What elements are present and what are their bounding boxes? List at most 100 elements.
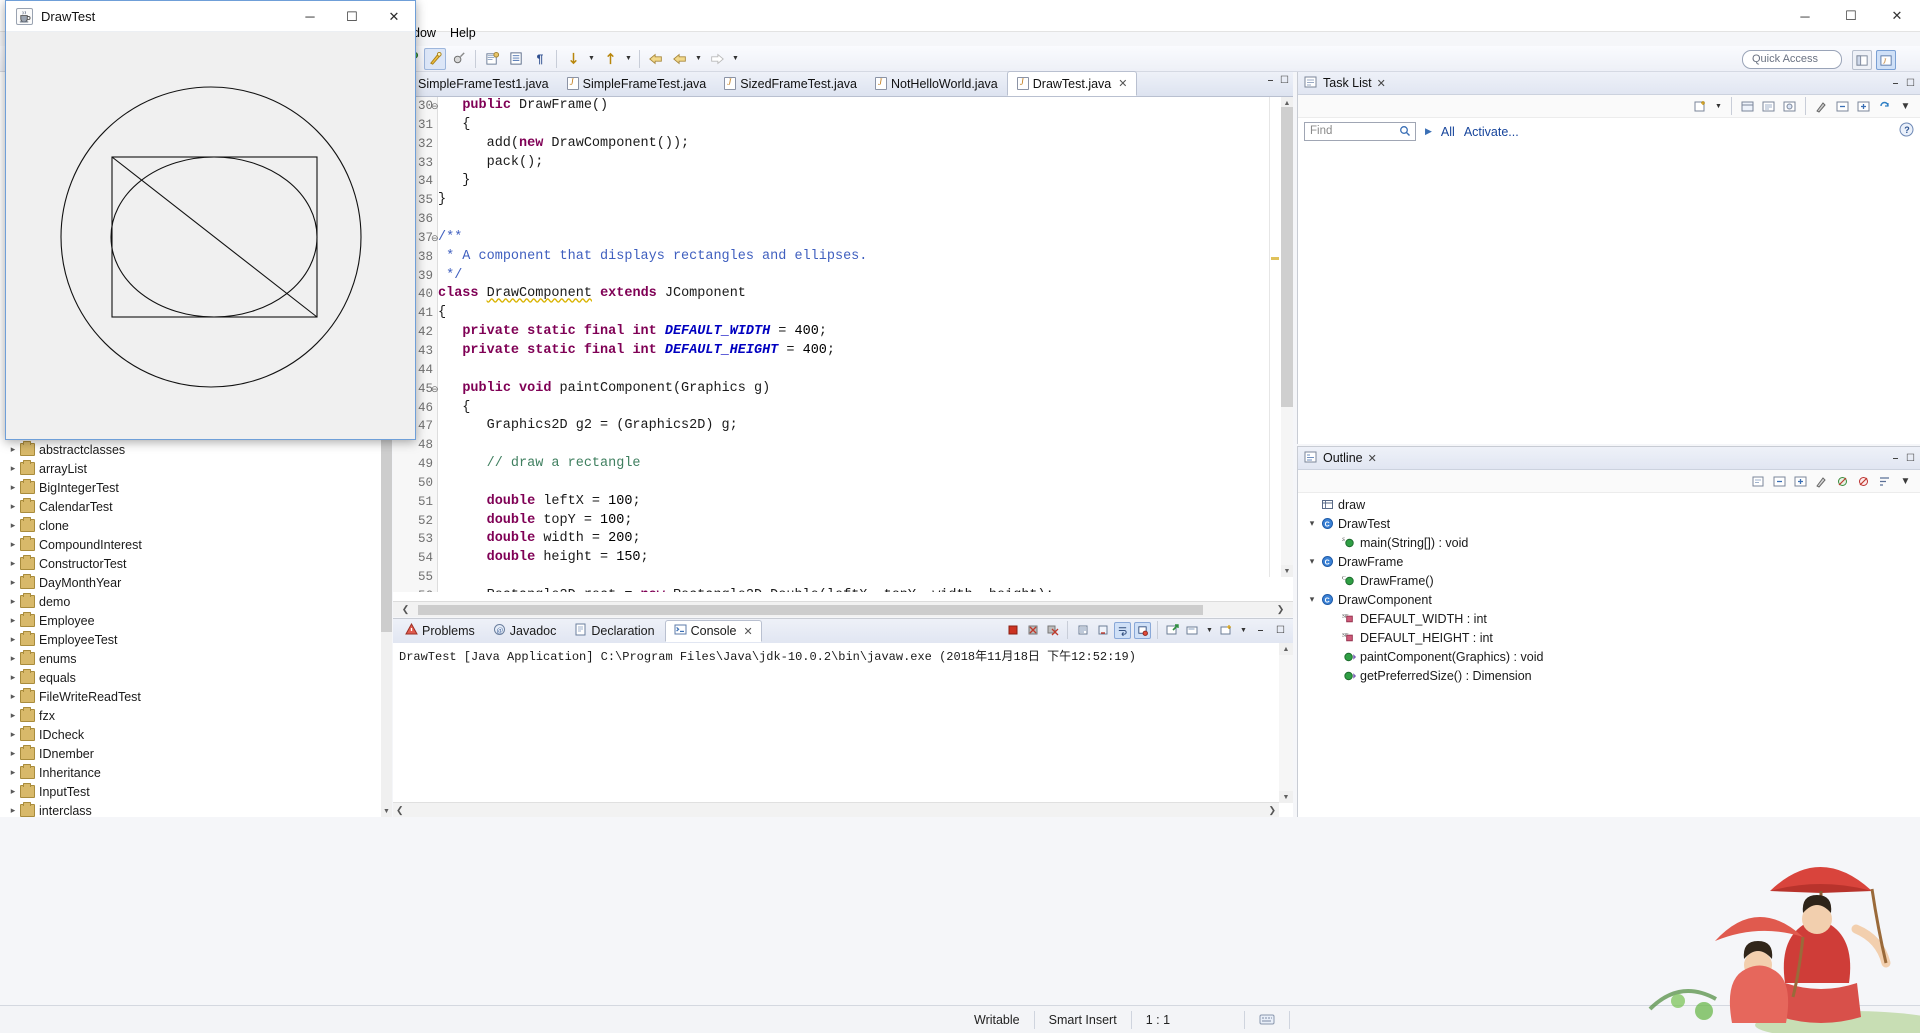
maximize-outline-icon[interactable]: ☐: [1906, 453, 1915, 464]
expand-filters-icon[interactable]: ▶: [1425, 126, 1432, 137]
scrollbar-thumb[interactable]: [1281, 107, 1293, 407]
tree-expand-icon[interactable]: ▸: [6, 748, 20, 759]
package-tree-item[interactable]: ▸ Inheritance: [0, 763, 380, 782]
draw-test-minimize-button[interactable]: ─: [289, 1, 331, 32]
editor-tab-sizedframetest[interactable]: SizedFrameTest.java: [715, 71, 866, 96]
run-external-tools-icon[interactable]: [448, 48, 470, 70]
package-tree-item[interactable]: ▸ abstractclasses: [0, 440, 380, 459]
forward-icon[interactable]: [669, 48, 691, 70]
collapse-all-icon[interactable]: [1771, 473, 1788, 490]
tree-expand-icon[interactable]: ▸: [6, 786, 20, 797]
code-line[interactable]: public DrawFrame(): [438, 97, 1258, 116]
hide-static-icon[interactable]: [1834, 473, 1851, 490]
expand-all-icon[interactable]: [1792, 473, 1809, 490]
source-code-text[interactable]: public DrawFrame() { add(new DrawCompone…: [438, 97, 1258, 592]
tree-expand-icon[interactable]: ▸: [6, 539, 20, 550]
code-line[interactable]: }: [438, 172, 1258, 191]
close-tab-icon[interactable]: ✕: [1118, 77, 1127, 90]
package-tree-item[interactable]: ▸ CompoundInterest: [0, 535, 380, 554]
console-tab-console[interactable]: Console ✕: [664, 620, 762, 642]
view-menu-icon[interactable]: ▼: [1897, 473, 1914, 490]
code-horizontal-scrollbar[interactable]: ❮ ❯: [393, 601, 1293, 617]
code-line[interactable]: [438, 361, 1258, 380]
terminate-icon[interactable]: [1004, 622, 1021, 639]
presentation-icon[interactable]: [1781, 98, 1798, 115]
package-tree-item[interactable]: ▸ EmployeeTest: [0, 630, 380, 649]
outline-item[interactable]: getPreferredSize() : Dimension: [1298, 666, 1920, 685]
tree-expand-icon[interactable]: ▸: [6, 634, 20, 645]
tree-expand-icon[interactable]: ▸: [6, 805, 20, 816]
next-annotation-icon[interactable]: [562, 48, 584, 70]
package-tree-item[interactable]: ▸ DayMonthYear: [0, 573, 380, 592]
new-task-dropdown-icon[interactable]: ▼: [1713, 103, 1724, 110]
open-console-icon[interactable]: [1184, 622, 1201, 639]
draw-test-title-bar[interactable]: DrawTest ─ ☐ ✕: [6, 1, 415, 32]
tree-expand-icon[interactable]: ▸: [6, 463, 20, 474]
tree-collapse-icon[interactable]: ▾: [1304, 556, 1320, 567]
editor-tab-simpleframetest1[interactable]: SimpleFrameTest1.java: [393, 71, 558, 96]
editor-tab-nothelloworld[interactable]: NotHelloWorld.java: [866, 71, 1007, 96]
tree-expand-icon[interactable]: ▸: [6, 558, 20, 569]
forward-nav-icon[interactable]: [706, 48, 728, 70]
code-line[interactable]: [438, 568, 1258, 587]
code-line[interactable]: [438, 474, 1258, 493]
tree-expand-icon[interactable]: ▸: [6, 444, 20, 455]
scroll-down-icon[interactable]: ▼: [381, 805, 392, 817]
editor-tab-drawtest[interactable]: DrawTest.java ✕: [1006, 71, 1138, 96]
code-line[interactable]: */: [438, 267, 1258, 286]
forward-dropdown-icon[interactable]: ▼: [693, 55, 704, 62]
previous-annotation-icon[interactable]: [599, 48, 621, 70]
package-tree-item[interactable]: ▸ interclass: [0, 801, 380, 817]
close-window-button[interactable]: ✕: [1874, 0, 1920, 32]
package-tree-item[interactable]: ▸ clone: [0, 516, 380, 535]
outline-item[interactable]: paintComponent(Graphics) : void: [1298, 647, 1920, 666]
code-line[interactable]: private static final int DEFAULT_WIDTH =…: [438, 323, 1258, 342]
scroll-down-icon[interactable]: ▼: [1281, 565, 1293, 577]
minimize-console-icon[interactable]: ⎯: [1252, 622, 1269, 639]
remove-launch-icon[interactable]: [1024, 622, 1041, 639]
code-line[interactable]: [438, 210, 1258, 229]
help-icon[interactable]: ?: [1899, 122, 1914, 140]
scrollbar-thumb[interactable]: [381, 432, 392, 632]
minimize-outline-icon[interactable]: ⎯: [1893, 453, 1898, 464]
outline-item[interactable]: SF DEFAULT_WIDTH : int: [1298, 609, 1920, 628]
tree-expand-icon[interactable]: ▸: [6, 482, 20, 493]
code-overview-ruler[interactable]: [1269, 97, 1281, 577]
expand-all-icon[interactable]: [1855, 98, 1872, 115]
outline-item[interactable]: C DrawFrame(): [1298, 571, 1920, 590]
code-line[interactable]: add(new DrawComponent());: [438, 135, 1258, 154]
tree-expand-icon[interactable]: ▸: [6, 520, 20, 531]
pilcrow-icon[interactable]: ¶: [529, 48, 551, 70]
package-tree-item[interactable]: ▸ InputTest: [0, 782, 380, 801]
tree-expand-icon[interactable]: ▸: [6, 767, 20, 778]
code-line[interactable]: // draw a rectangle: [438, 455, 1258, 474]
package-tree-item[interactable]: ▸ equals: [0, 668, 380, 687]
tree-expand-icon[interactable]: ▸: [6, 577, 20, 588]
package-tree-item[interactable]: ▸ IDnember: [0, 744, 380, 763]
synchronize-icon[interactable]: [1876, 98, 1893, 115]
open-perspective-icon[interactable]: [1852, 50, 1872, 70]
package-tree-item[interactable]: ▸ enums: [0, 649, 380, 668]
code-line[interactable]: [438, 436, 1258, 455]
forward-nav-dropdown-icon[interactable]: ▼: [730, 55, 741, 62]
code-line[interactable]: {: [438, 304, 1258, 323]
code-line[interactable]: double width = 200;: [438, 530, 1258, 549]
schedule-icon[interactable]: [1760, 98, 1777, 115]
java-perspective-icon[interactable]: J: [1876, 50, 1896, 70]
new-java-class-icon[interactable]: [505, 48, 527, 70]
console-tab-declaration[interactable]: Declaration: [566, 620, 662, 642]
package-tree-item[interactable]: ▸ IDcheck: [0, 725, 380, 744]
search-icon[interactable]: [1399, 125, 1411, 143]
menu-item-help[interactable]: Help: [443, 24, 483, 42]
package-tree-item[interactable]: ▸ demo: [0, 592, 380, 611]
collapse-all-icon[interactable]: [1834, 98, 1851, 115]
outline-item[interactable]: ▾ C DrawFrame: [1298, 552, 1920, 571]
code-editor[interactable]: ⊖ 30 31 32 33 34 35 36 ⊖ 37 38 39 40 41 42 43 44 ⊖ 45 46 47 4…: [393, 97, 1293, 592]
code-line[interactable]: pack();: [438, 154, 1258, 173]
code-line[interactable]: * A component that displays rectangles a…: [438, 248, 1258, 267]
draw-test-window[interactable]: DrawTest ─ ☐ ✕: [5, 0, 416, 440]
code-line[interactable]: class DrawComponent extends JComponent: [438, 285, 1258, 304]
package-tree-item[interactable]: ▸ FileWriteReadTest: [0, 687, 380, 706]
console-horizontal-scrollbar[interactable]: ❮ ❯: [393, 802, 1279, 817]
tree-expand-icon[interactable]: ▸: [6, 615, 20, 626]
